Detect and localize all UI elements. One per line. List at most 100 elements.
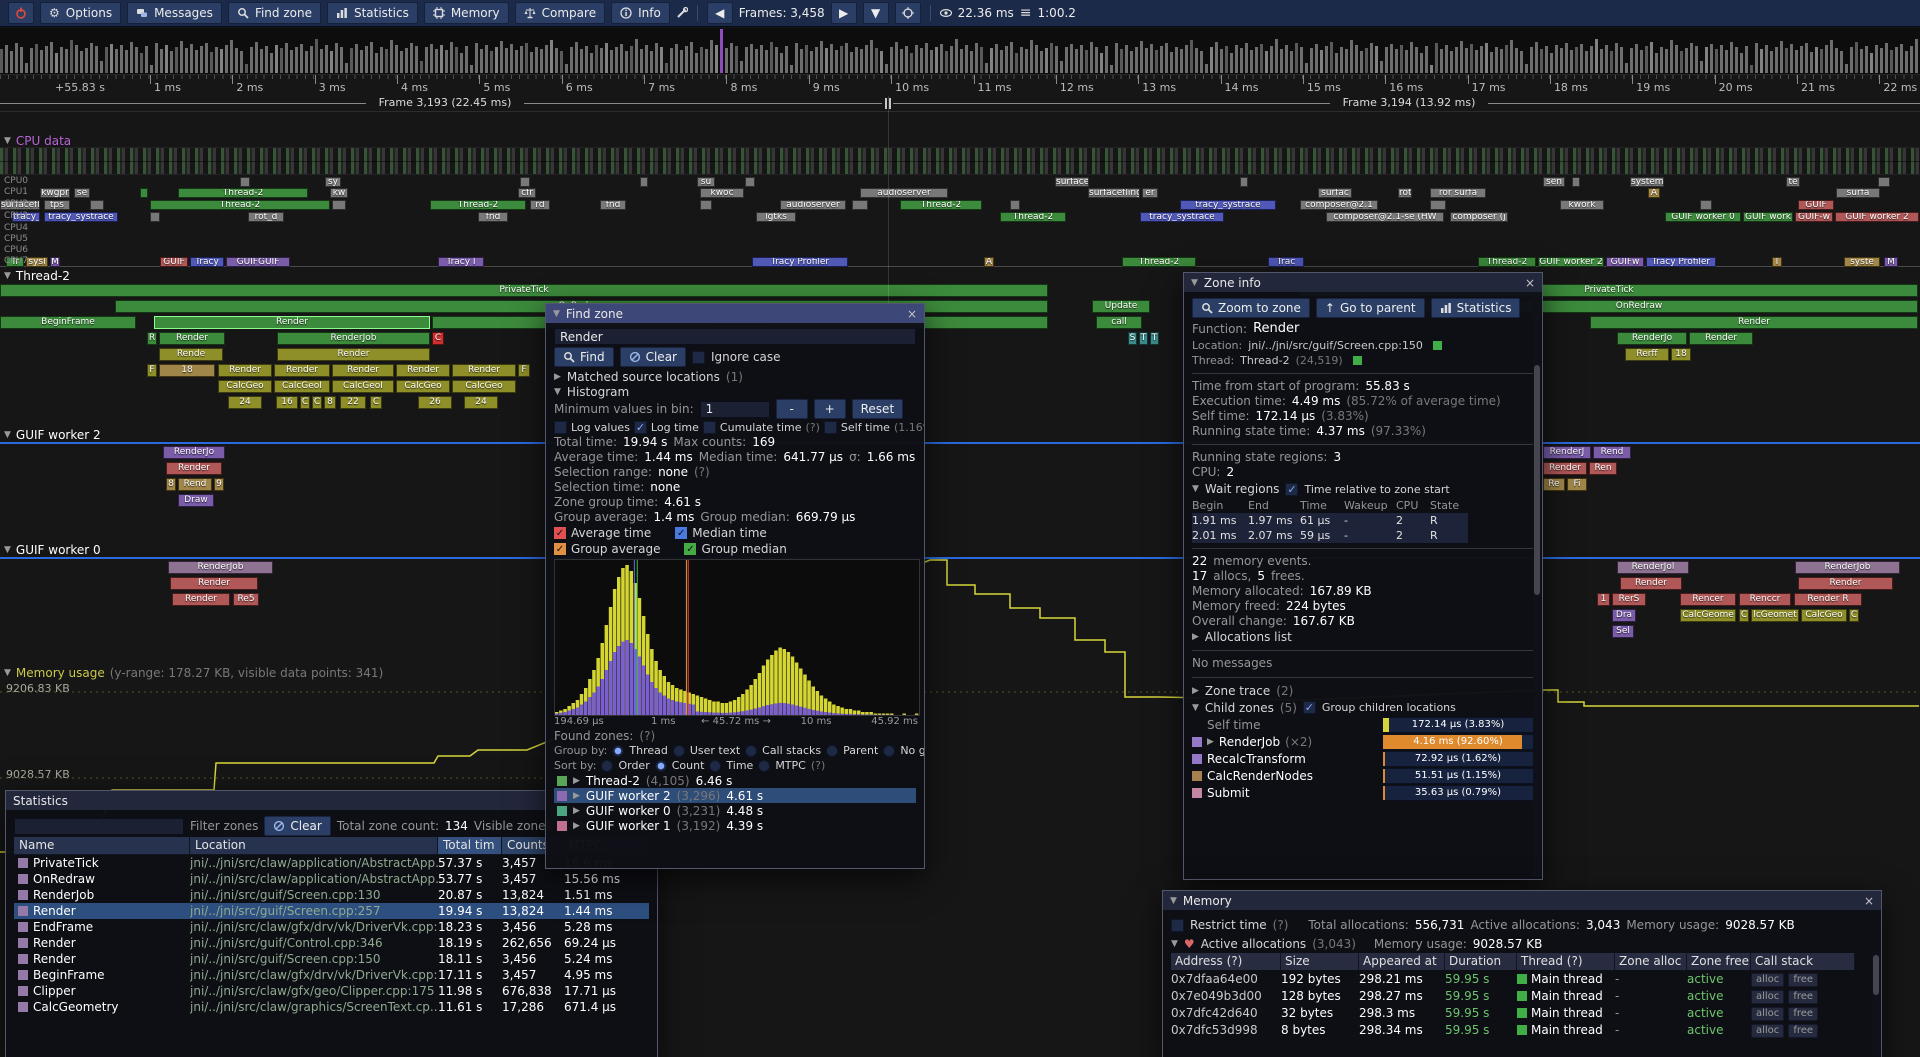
- column-header-size[interactable]: Size: [1281, 953, 1359, 970]
- timeline-zone[interactable]: Render R: [1794, 593, 1862, 606]
- call-stack-chip[interactable]: free: [1788, 990, 1818, 1004]
- call-stack-chip[interactable]: free: [1788, 973, 1818, 987]
- timeline-zone[interactable]: F: [518, 364, 530, 377]
- timeline-zone[interactable]: GUIF worker 2: [1835, 212, 1919, 222]
- call-stack-chip[interactable]: alloc: [1751, 1007, 1784, 1021]
- scrollbar-thumb[interactable]: [1873, 955, 1879, 995]
- timeline-zone[interactable]: Render: [452, 364, 516, 377]
- call-stack-chip[interactable]: free: [1788, 1007, 1818, 1021]
- timeline-zone[interactable]: se: [74, 188, 90, 198]
- memory-button[interactable]: Memory: [424, 2, 509, 24]
- timeline-zone[interactable]: Tracy: [190, 257, 224, 267]
- timeline-zone[interactable]: composer@2.1: [1300, 200, 1378, 210]
- timeline-zone[interactable]: lgtks: [756, 212, 796, 222]
- timeline-zone[interactable]: kw: [330, 188, 348, 198]
- close-icon[interactable]: ×: [1864, 894, 1874, 908]
- column-header-call-stack[interactable]: Call stack: [1751, 953, 1855, 970]
- timeline-zone[interactable]: R: [147, 332, 157, 345]
- timeline-zone[interactable]: er: [1142, 188, 1158, 198]
- timeline-zone[interactable]: Render: [159, 332, 225, 345]
- timeline-zone[interactable]: [332, 200, 346, 210]
- timeline-zone[interactable]: ror surfa: [1430, 188, 1486, 198]
- legend-color-checkbox[interactable]: ✓: [554, 527, 566, 539]
- timeline-zone[interactable]: T: [1139, 332, 1148, 345]
- timeline-zone[interactable]: C: [1739, 609, 1749, 622]
- wrench-icon[interactable]: [676, 7, 688, 19]
- timeline-zone[interactable]: [150, 212, 160, 222]
- decrement-button[interactable]: -: [776, 399, 808, 419]
- find-zone-window[interactable]: ▼ Find zone × Find Clear Ignore case ▶ M…: [545, 303, 925, 869]
- timeline-zone[interactable]: Sel: [1612, 625, 1634, 638]
- timeline-zone[interactable]: [640, 177, 648, 187]
- stats-row[interactable]: Clipperjni/../jni/src/claw/gfx/geo/Clipp…: [14, 983, 649, 999]
- timeline-zone[interactable]: 8: [166, 478, 176, 491]
- timeline-zone[interactable]: Re5: [233, 593, 259, 606]
- collapse-icon[interactable]: ▼: [554, 387, 561, 397]
- timeline-zone[interactable]: Render: [170, 577, 258, 590]
- timeline-zone[interactable]: BeginFrame: [0, 316, 136, 329]
- time-radio[interactable]: [709, 760, 721, 772]
- stats-row[interactable]: OnRedrawjni/../jni/src/claw/application/…: [14, 871, 649, 887]
- timeline-zone[interactable]: 24: [228, 396, 262, 409]
- timeline-zone[interactable]: RenderJo: [163, 446, 225, 459]
- timeline-zone[interactable]: audioserver: [860, 188, 948, 198]
- child-zone-row[interactable]: ▶RenderJob(×2)4.16 ms (92.60%): [1192, 733, 1534, 750]
- timeline-zone[interactable]: audioserver: [780, 200, 846, 210]
- timeline-zone[interactable]: Update: [1092, 300, 1150, 313]
- timeline-zone[interactable]: Tracy I: [438, 257, 484, 267]
- timeline-zone[interactable]: surfa: [1836, 188, 1880, 198]
- timeline-zone[interactable]: [745, 177, 755, 187]
- zone-info-window[interactable]: ▼ Zone info × Zoom to zone ↑Go to parent…: [1183, 272, 1543, 880]
- min-bin-input[interactable]: [700, 401, 770, 418]
- legend-color-checkbox[interactable]: ✓: [554, 543, 566, 555]
- messages-button[interactable]: Messages: [127, 2, 222, 24]
- next-frame-button[interactable]: ▶: [831, 2, 857, 24]
- timeline-zone[interactable]: GUIF worker 0: [1665, 212, 1741, 222]
- timeline-zone[interactable]: Rend: [1593, 446, 1631, 459]
- allocations-table-header[interactable]: Address (?)SizeAppeared atDurationThread…: [1171, 953, 1873, 970]
- timeline-zone[interactable]: GUIF: [160, 257, 188, 267]
- timeline-zone[interactable]: GUIF work: [1743, 212, 1793, 222]
- worker0-section-header[interactable]: ▼ GUIF worker 0: [4, 543, 101, 557]
- timeline-zone[interactable]: composer (j: [1450, 212, 1508, 222]
- expand-icon[interactable]: ▶: [573, 821, 580, 831]
- legend-item[interactable]: ✓Group median: [684, 542, 786, 556]
- timeline-zone[interactable]: [140, 188, 148, 198]
- timeline-zone[interactable]: fnd: [478, 212, 508, 222]
- stats-row[interactable]: EndFramejni/../jni/src/claw/gfx/drv/vk/D…: [14, 919, 649, 935]
- timeline-zone[interactable]: tracy_systrace: [1140, 212, 1224, 222]
- timeline-zone[interactable]: tracy_systrace: [44, 212, 118, 222]
- worker2-section-header[interactable]: ▼ GUIF worker 2: [4, 428, 101, 442]
- expand-icon[interactable]: ▶: [1192, 686, 1199, 696]
- timeline-zone[interactable]: I: [1772, 257, 1782, 267]
- timeline-zone[interactable]: Render: [154, 316, 430, 329]
- memory-titlebar[interactable]: ▼ Memory ×: [1163, 891, 1881, 910]
- allocation-address[interactable]: 0x7dfc53d998: [1171, 1023, 1281, 1037]
- timeline-zone[interactable]: C: [1849, 609, 1859, 622]
- stats-row[interactable]: CalcGeometryjni/../jni/src/claw/graphics…: [14, 999, 649, 1015]
- legend-color-checkbox[interactable]: ✓: [675, 527, 687, 539]
- timeline-zone[interactable]: Render: [1543, 462, 1587, 475]
- frame-dropdown-button[interactable]: ▼: [863, 2, 889, 24]
- column-header-zone-free[interactable]: Zone free: [1687, 953, 1751, 970]
- timeline-zone[interactable]: [700, 200, 712, 210]
- ignore-case-checkbox[interactable]: [692, 351, 705, 364]
- find-button[interactable]: Find: [554, 347, 614, 367]
- timeline-zone[interactable]: GUIFGUIF: [226, 257, 290, 267]
- timeline-zone[interactable]: RenderJo: [1617, 332, 1687, 345]
- scrollbar[interactable]: [1533, 295, 1541, 876]
- scrollbar[interactable]: [1872, 951, 1880, 1056]
- zone-info-titlebar[interactable]: ▼ Zone info ×: [1184, 273, 1542, 292]
- timeline-zone[interactable]: Render: [166, 462, 222, 475]
- timeline-zone[interactable]: C: [312, 396, 322, 409]
- legend-color-checkbox[interactable]: ✓: [684, 543, 696, 555]
- timeline-zone[interactable]: Render: [172, 593, 230, 606]
- timeline-zone[interactable]: RenderJob: [168, 561, 273, 574]
- reset-button[interactable]: Reset: [852, 399, 904, 419]
- column-header-thread[interactable]: Thread (?): [1517, 953, 1615, 970]
- close-icon[interactable]: ×: [907, 307, 917, 321]
- timeline-zone[interactable]: CalcGeo: [452, 380, 516, 393]
- timeline-zone[interactable]: C: [300, 396, 310, 409]
- found-zone-group-row[interactable]: ▶Thread-2(4,105)6.46 s: [554, 773, 916, 788]
- allocation-address[interactable]: 0x7dfaa64e00: [1171, 972, 1281, 986]
